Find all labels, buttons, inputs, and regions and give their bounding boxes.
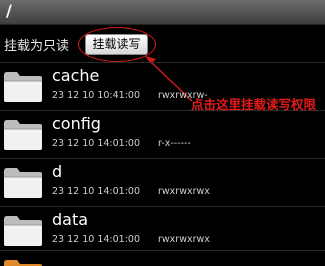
- folder-icon: [4, 260, 42, 266]
- file-date: 23 12 10 14:01:00: [52, 186, 140, 197]
- file-row-config[interactable]: config 23 12 10 14:01:00 r-x------: [0, 110, 325, 158]
- file-name: cache: [52, 66, 100, 85]
- file-name: data: [52, 210, 89, 229]
- file-permissions: rwxrwxrwx: [158, 234, 210, 245]
- folder-icon: [4, 168, 42, 198]
- file-permissions: r-x------: [158, 138, 191, 149]
- file-row-d[interactable]: d 23 12 10 14:01:00 rwxrwxrwx: [0, 158, 325, 206]
- file-row-data[interactable]: data 23 12 10 14:01:00 rwxrwxrwx: [0, 206, 325, 254]
- mount-status-label: 挂载为只读: [4, 39, 70, 54]
- mount-bar: 挂载为只读 挂载读写: [0, 25, 325, 62]
- file-date: 23 12 10 14:01:00: [52, 234, 140, 245]
- file-date: 23 12 10 14:01:00: [52, 138, 140, 149]
- file-date: 23 12 10 10:41:00: [52, 90, 140, 101]
- mount-read-write-button[interactable]: 挂载读写: [85, 34, 148, 55]
- file-manager-screen: / 挂载为只读 挂载读写 cache 23 12 10 10:41:00 rwx…: [0, 0, 325, 266]
- title-bar: /: [0, 0, 325, 25]
- file-list: cache 23 12 10 10:41:00 rwxrwxrw- config…: [0, 62, 325, 254]
- folder-icon: [4, 216, 42, 246]
- folder-icon: [4, 72, 42, 102]
- annotation-callout: 点击这里挂载读写权限: [191, 97, 317, 112]
- folder-icon: [4, 120, 42, 150]
- file-name: config: [52, 114, 101, 133]
- current-path: /: [6, 1, 12, 20]
- file-name: d: [52, 162, 63, 181]
- file-row-partial[interactable]: [0, 250, 325, 266]
- file-permissions: rwxrwxrwx: [158, 186, 210, 197]
